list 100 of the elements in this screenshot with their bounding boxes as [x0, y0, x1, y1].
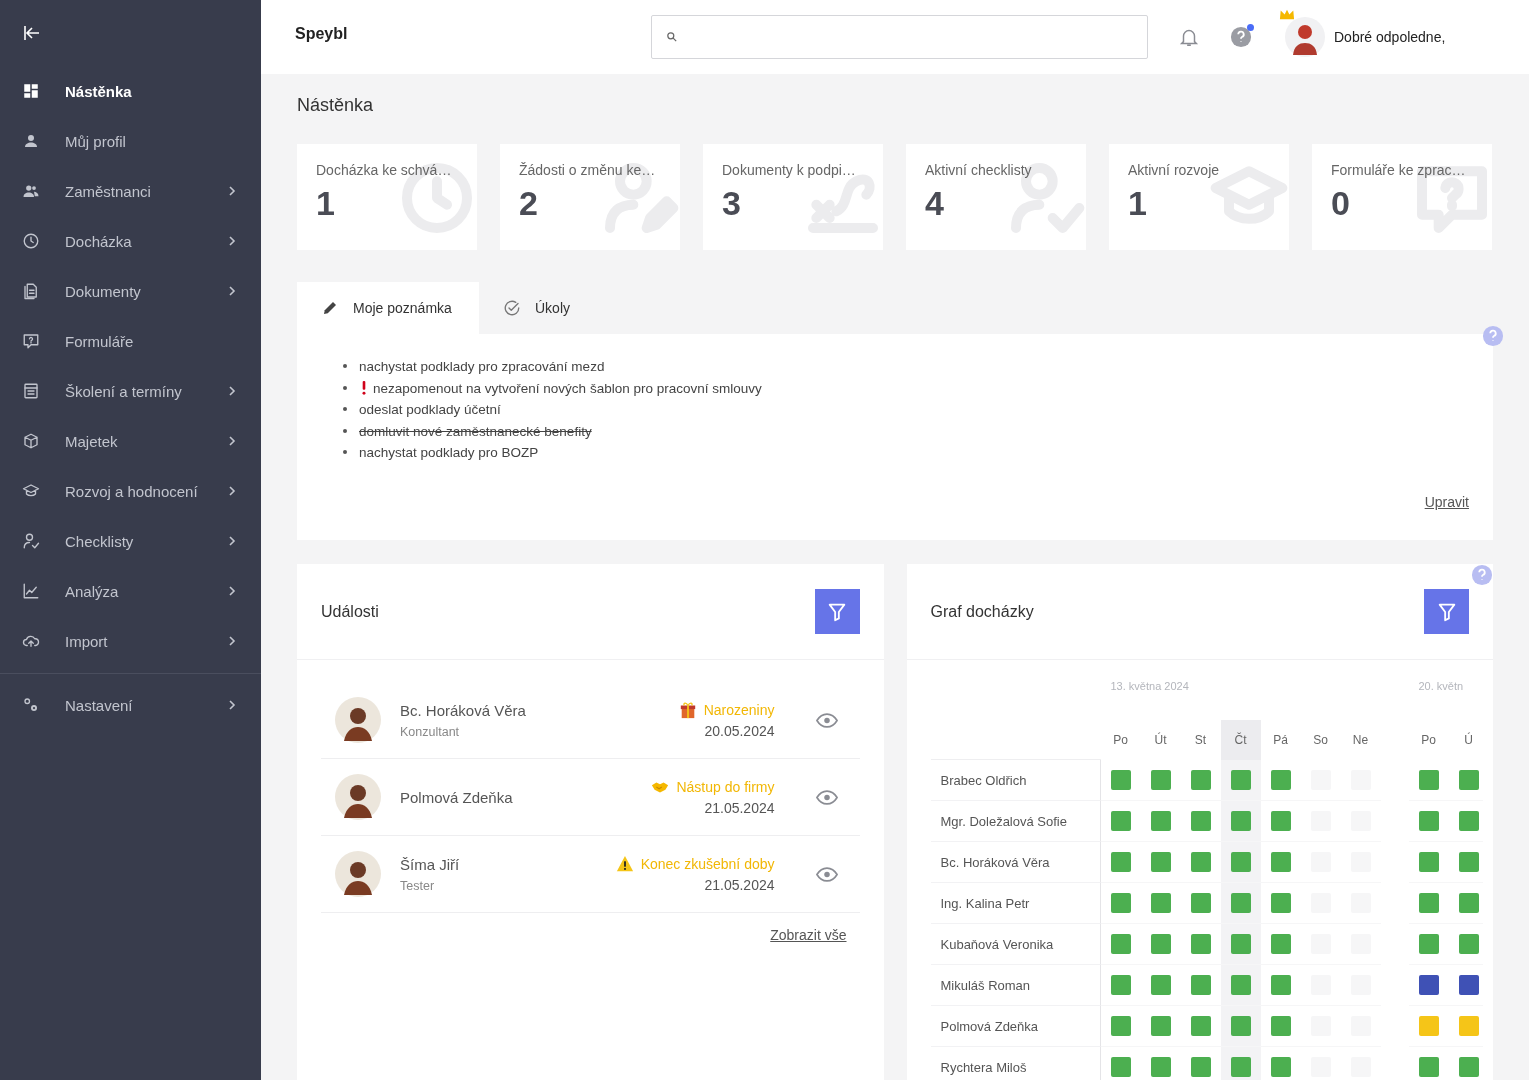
search-field[interactable]: [651, 15, 1148, 59]
collapse-sidebar-icon[interactable]: [22, 23, 42, 43]
menu-item[interactable]: Import: [0, 616, 261, 666]
person-icon: [22, 132, 40, 150]
eye-icon[interactable]: [815, 712, 838, 728]
note-text: odeslat podklady účetní: [359, 402, 501, 418]
clock-icon: [22, 232, 40, 250]
menu-item[interactable]: Nástěnka: [0, 66, 261, 116]
employee-name: Kubaňová Veronika: [930, 924, 1101, 965]
note-text: nezapomenout na vytvoření nových šablon pro pracovní smlouvy: [373, 380, 762, 396]
person-name: Bc. Horáková Věra: [400, 701, 527, 719]
event-date: 20.05.2024: [703, 723, 775, 739]
employee-name: Polmová Zdeňka: [930, 1006, 1101, 1047]
day-header: St: [1193, 732, 1208, 749]
avatar: [335, 774, 381, 820]
stat-value: 1: [1128, 184, 1148, 223]
avatar[interactable]: [1285, 17, 1325, 57]
bullet-icon: [343, 450, 347, 455]
person-name: Polmová Zdeňka: [400, 788, 514, 806]
stat-label: Docházka ke schvá…: [316, 162, 453, 178]
panel-title: Graf docházky: [930, 602, 1034, 621]
stat-label: Žádosti o změnu ke…: [519, 162, 657, 178]
employee-name: Bc. Horáková Věra: [930, 842, 1101, 883]
stat-value: 0: [1331, 184, 1351, 223]
day-header: Čt: [1220, 720, 1261, 760]
employee-name: Mgr. Doležalová Sofie: [930, 801, 1101, 842]
bullet-icon: [343, 407, 347, 412]
avatar: [335, 851, 381, 897]
warning-icon: [615, 855, 634, 873]
stat-card[interactable]: Dokumenty k podpi… 3: [703, 144, 883, 250]
person-role: Konzultant: [400, 724, 461, 739]
event-date: 21.05.2024: [703, 800, 775, 816]
stat-label: Aktivní rozvoje: [1128, 162, 1221, 178]
line-chart-icon: [22, 582, 40, 600]
bullet-icon: [343, 385, 347, 390]
employee-name: Rychtera Miloš: [930, 1047, 1101, 1080]
stat-card[interactable]: Žádosti o změnu ke… 2: [500, 144, 680, 250]
box-icon: [22, 432, 40, 450]
pencil-icon: [321, 299, 339, 317]
eye-icon[interactable]: [815, 866, 838, 882]
menu-item[interactable]: Analýza: [0, 566, 261, 616]
document-icon: [22, 282, 40, 300]
greeting-text: Dobré odpoledne,: [1334, 29, 1446, 45]
menu-item[interactable]: Rozvoj a hodnocení: [0, 466, 261, 516]
stat-label: Dokumenty k podpi…: [722, 162, 857, 178]
calendar-icon: [22, 382, 40, 400]
menu-item[interactable]: Školení a termíny: [0, 366, 261, 416]
day-header: Út: [1153, 731, 1168, 749]
gears-icon: [22, 696, 40, 714]
note-text: nachystat podklady pro zpracování mezd: [359, 359, 605, 374]
stat-card[interactable]: Docházka ke schvá… 1: [297, 144, 477, 250]
stat-label: Formuláře ke zprac…: [1331, 162, 1467, 178]
tab[interactable]: Moje poznámka: [297, 282, 479, 334]
day-header: So: [1312, 732, 1329, 749]
note-text: domluvit nové zaměstnanecké benefity: [359, 423, 592, 439]
bullet-icon: [343, 428, 347, 433]
stat-card[interactable]: Aktivní checklisty 4: [906, 144, 1086, 250]
avatar: [335, 697, 381, 743]
day-header: Po: [1420, 732, 1437, 749]
filter-button[interactable]: [1424, 589, 1469, 634]
day-header: Pá: [1272, 732, 1289, 749]
menu-item[interactable]: Docházka: [0, 216, 261, 266]
menu-item[interactable]: Majetek: [0, 416, 261, 466]
stat-value: 4: [925, 184, 945, 223]
menu-item[interactable]: Dokumenty: [0, 266, 261, 316]
edit-link[interactable]: Upravit: [1424, 493, 1469, 510]
dashboard-icon: [22, 82, 40, 100]
week-label: 20. květn: [1418, 680, 1464, 692]
menu-item[interactable]: Formuláře: [0, 316, 261, 366]
menu-item[interactable]: Checklisty: [0, 516, 261, 566]
stat-card[interactable]: Formuláře ke zprac… 0: [1312, 144, 1492, 250]
employee-name: Brabec Oldřich: [930, 760, 1101, 801]
help-icon[interactable]: [1482, 325, 1504, 347]
menu-item[interactable]: Zaměstnanci: [0, 166, 261, 216]
day-header: Ne: [1351, 732, 1370, 749]
tab[interactable]: Úkoly: [479, 282, 661, 334]
stat-value: 1: [316, 184, 336, 223]
stat-card[interactable]: Aktivní rozvoje 1: [1109, 144, 1289, 250]
app-name: Speybl: [295, 25, 349, 43]
person-check-icon: [22, 532, 40, 550]
note-text: nachystat podklady pro BOZP: [359, 445, 539, 461]
employee-name: Mikuláš Roman: [930, 965, 1101, 1006]
person-name: Šíma Jiří: [400, 855, 461, 873]
form-icon: [22, 332, 40, 350]
show-all-link[interactable]: Zobrazit vše: [770, 927, 847, 943]
event-type: Nástup do firmy: [676, 779, 775, 795]
week-label: 13. května 2024: [1110, 680, 1189, 692]
menu-item[interactable]: Nastavení: [0, 680, 261, 730]
search-icon: [666, 31, 678, 43]
filter-button[interactable]: [814, 589, 860, 634]
help-icon[interactable]: [1230, 26, 1252, 48]
crown-icon: [1279, 9, 1295, 20]
event-date: 21.05.2024: [703, 877, 775, 893]
stat-value: 3: [722, 184, 742, 223]
bullet-icon: [343, 364, 347, 368]
help-icon[interactable]: [1471, 564, 1493, 586]
eye-icon[interactable]: [815, 789, 838, 805]
menu-item[interactable]: Můj profil: [0, 116, 261, 166]
event-type: Narozeniny: [703, 702, 775, 718]
day-header: Po: [1112, 732, 1129, 749]
